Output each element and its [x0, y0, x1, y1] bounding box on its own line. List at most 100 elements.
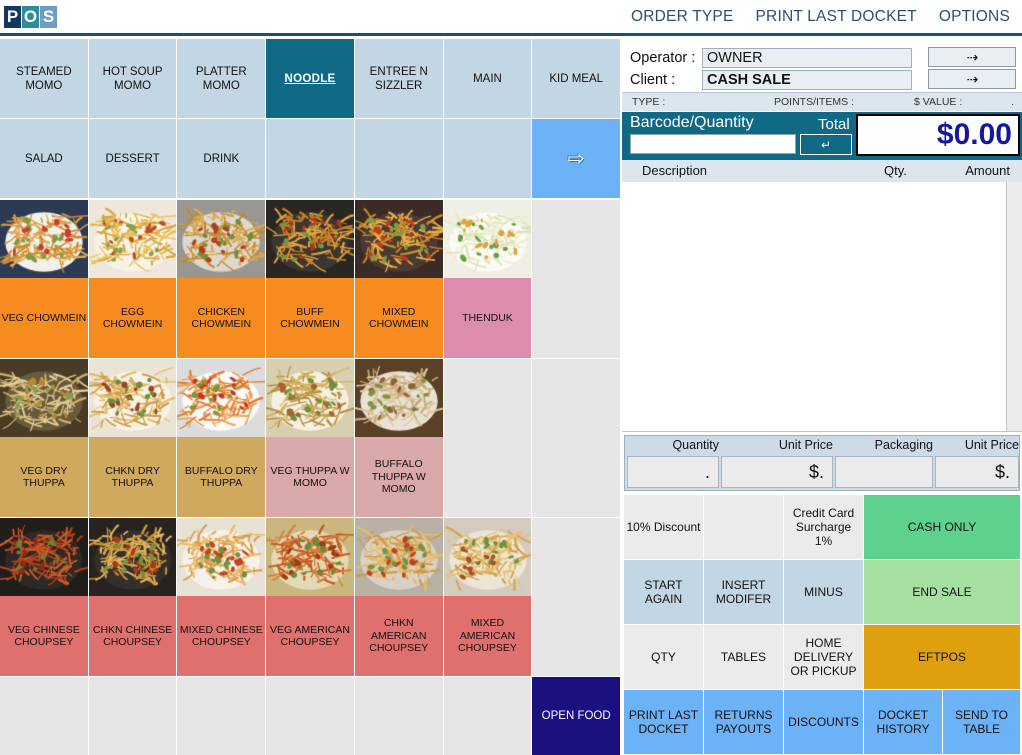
category-label: NOODLE — [284, 72, 336, 85]
product-label: BUFF CHOWMEIN — [266, 278, 354, 358]
action-label: END SALE — [912, 585, 972, 599]
client-value[interactable]: CASH SALE — [702, 69, 912, 90]
category-platter-momo[interactable]: PLATTER MOMO — [177, 39, 266, 118]
packaging-unit-price-field[interactable]: $. — [935, 456, 1019, 488]
barcode-label: Barcode/Quantity — [630, 114, 754, 131]
product-row-1: VEG CHOWMEIN EGG CHOWMEIN CHICKEN CHOWME… — [0, 200, 621, 358]
product-tile[interactable]: BUFFALO DRY THUPPA — [177, 359, 266, 517]
receipt-column-headers: Description Qty. Amount — [622, 160, 1022, 182]
product-label: BUFFALO DRY THUPPA — [177, 437, 266, 517]
app-logo: P O S — [4, 6, 57, 28]
product-tile[interactable]: VEG CHOWMEIN — [0, 200, 88, 358]
barcode-input[interactable] — [630, 134, 796, 154]
product-photo — [0, 518, 88, 596]
category-noodle-selected[interactable]: NOODLE — [266, 39, 354, 118]
product-tile[interactable]: MIXED CHOWMEIN — [354, 200, 443, 358]
action-eftpos[interactable]: EFTPOS — [864, 625, 1020, 689]
product-tile[interactable]: CHKN CHINESE CHOUPSEY — [88, 518, 177, 676]
product-photo — [443, 200, 532, 278]
product-photo — [88, 200, 177, 278]
unit-price-field[interactable]: $. — [721, 456, 833, 488]
nav-order-type[interactable]: ORDER TYPE — [631, 8, 734, 26]
product-tile[interactable]: VEG THUPPA W MOMO — [266, 359, 354, 517]
product-tile[interactable]: VEG CHINESE CHOUPSEY — [0, 518, 88, 676]
product-label: CHICKEN CHOWMEIN — [177, 278, 266, 358]
action-home-delivery-or-pickup[interactable]: HOME DELIVERY OR PICKUP — [784, 625, 863, 689]
product-photo — [0, 200, 88, 278]
product-tile[interactable]: MIXED CHINESE CHOUPSEY — [177, 518, 266, 676]
operator-select-button[interactable]: ⇢ — [928, 47, 1016, 67]
nav-print-last-docket[interactable]: PRINT LAST DOCKET — [756, 8, 917, 26]
action-label: RETURNS PAYOUTS — [714, 708, 773, 736]
product-row-2: VEG DRY THUPPA CHKN DRY THUPPA BUFFALO D… — [0, 359, 621, 517]
enter-key-icon: ↵ — [820, 137, 832, 152]
action-discounts[interactable]: DISCOUNTS — [784, 690, 863, 754]
category-row-1: STEAMED MOMO HOT SOUP MOMO PLATTER MOMO … — [0, 39, 621, 118]
product-empty-slot — [443, 359, 532, 517]
enter-button[interactable]: ↵ — [800, 134, 852, 155]
product-tile[interactable]: CHKN AMERICAN CHOUPSEY — [354, 518, 443, 676]
dashed-arrow-right-icon: ⇢ — [966, 70, 979, 87]
category-dessert[interactable]: DESSERT — [88, 119, 177, 198]
receipt-line-items-area[interactable] — [622, 182, 1022, 432]
category-label: KID MEAL — [549, 72, 604, 85]
client-select-button[interactable]: ⇢ — [928, 69, 1016, 89]
packaging-field[interactable] — [835, 456, 933, 488]
category-entree-n-sizzler[interactable]: ENTREE N SIZZLER — [354, 39, 443, 118]
operator-label: Operator : — [630, 49, 696, 66]
category-salad[interactable]: SALAD — [0, 119, 88, 198]
action-send-to-table[interactable]: SEND TO TABLE — [943, 690, 1020, 754]
quantity-field[interactable]: . — [627, 456, 719, 488]
product-label: MIXED CHINESE CHOUPSEY — [177, 596, 266, 676]
action-label: CASH ONLY — [907, 520, 977, 534]
action-10-percent-discount[interactable]: 10% Discount — [624, 495, 703, 559]
product-tile[interactable]: MIXED AMERICAN CHOUPSEY — [443, 518, 532, 676]
product-empty-slot — [443, 677, 532, 755]
receipt-scrollbar[interactable] — [1006, 182, 1022, 431]
product-photo — [177, 518, 266, 596]
category-next-page-button[interactable]: ⇨ — [532, 119, 621, 198]
product-tile[interactable]: BUFF CHOWMEIN — [266, 200, 354, 358]
product-tile[interactable]: VEG AMERICAN CHOUPSEY — [266, 518, 354, 676]
category-kid-meal[interactable]: KID MEAL — [532, 39, 621, 118]
action-print-last-docket[interactable]: PRINT LAST DOCKET — [624, 690, 703, 754]
action-minus[interactable]: MINUS — [784, 560, 863, 624]
product-tile[interactable]: CHICKEN CHOWMEIN — [177, 200, 266, 358]
open-food-label: OPEN FOOD — [541, 710, 611, 722]
product-label: MIXED AMERICAN CHOUPSEY — [443, 596, 532, 676]
action-cash-only[interactable]: CASH ONLY — [864, 495, 1020, 559]
product-tile[interactable]: VEG DRY THUPPA — [0, 359, 88, 517]
product-tile[interactable]: THENDUK — [443, 200, 532, 358]
action-tables[interactable]: TABLES — [704, 625, 783, 689]
action-label: MINUS — [804, 585, 843, 599]
category-main[interactable]: MAIN — [443, 39, 532, 118]
nav-options[interactable]: OPTIONS — [939, 8, 1010, 26]
category-drink[interactable]: DRINK — [177, 119, 266, 198]
packaging-unit-price-label: Unit Price — [964, 438, 1019, 452]
action-qty[interactable]: QTY — [624, 625, 703, 689]
action-label: DOCKET HISTORY — [876, 708, 930, 736]
category-row-2: SALAD DESSERT DRINK ⇨ — [0, 119, 621, 198]
action-returns-payouts[interactable]: RETURNS PAYOUTS — [704, 690, 783, 754]
category-hot-soup-momo[interactable]: HOT SOUP MOMO — [88, 39, 177, 118]
action-label: TABLES — [720, 650, 767, 664]
column-amount: Amount — [965, 163, 1010, 178]
action-credit-card-surcharge[interactable]: Credit Card Surcharge 1% — [784, 495, 863, 559]
category-steamed-momo[interactable]: STEAMED MOMO — [0, 39, 88, 118]
product-tile[interactable]: BUFFALO THUPPA W MOMO — [354, 359, 443, 517]
action-start-again[interactable]: START AGAIN — [624, 560, 703, 624]
points-items-label: POINTS/ITEMS : — [774, 96, 854, 108]
action-insert-modifier[interactable]: INSERT MODIFER — [704, 560, 783, 624]
operator-value[interactable]: OWNER — [702, 47, 912, 68]
category-label: STEAMED MOMO — [16, 65, 72, 92]
category-label: DESSERT — [105, 152, 160, 165]
open-food-button[interactable]: OPEN FOOD — [532, 677, 621, 755]
operator-row: Operator : OWNER — [630, 47, 912, 68]
action-label: DISCOUNTS — [788, 715, 859, 729]
action-end-sale[interactable]: END SALE — [864, 560, 1020, 624]
product-label: VEG CHOWMEIN — [0, 278, 88, 358]
product-tile[interactable]: EGG CHOWMEIN — [88, 200, 177, 358]
action-docket-history[interactable]: DOCKET HISTORY — [864, 690, 942, 754]
product-tile[interactable]: CHKN DRY THUPPA — [88, 359, 177, 517]
product-empty-slot — [88, 677, 177, 755]
